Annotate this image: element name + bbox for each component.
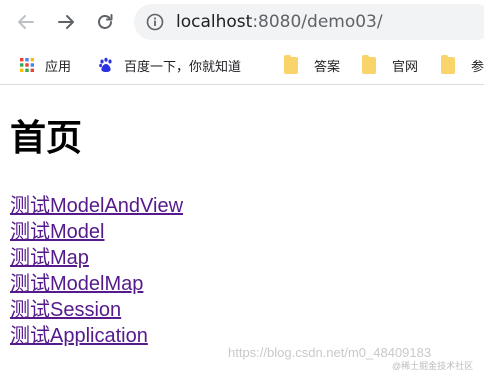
watermark-text: https://blog.csdn.net/m0_48409183 (228, 345, 432, 360)
list-item: 测试Model (10, 219, 183, 245)
list-item: 测试ModelMap (10, 271, 183, 297)
apps-grid-icon (20, 58, 34, 72)
bookmark-folder-official[interactable]: 官网 (362, 54, 418, 76)
link-model-and-view[interactable]: 测试ModelAndView (10, 195, 183, 217)
bookmarks-bar: 应用 百度一下，你就知道 答案 官网 参 (0, 46, 484, 85)
back-button[interactable] (11, 7, 41, 37)
forward-button[interactable] (51, 7, 81, 37)
url-text[interactable]: localhost:8080/demo03/ (176, 12, 383, 32)
address-bar[interactable]: localhost:8080/demo03/ (134, 4, 484, 40)
bookmark-apps[interactable]: 应用 (19, 54, 71, 76)
list-item: 测试Application (10, 323, 183, 349)
link-application[interactable]: 测试Application (10, 325, 148, 347)
arrow-left-icon (18, 15, 34, 29)
watermark-secondary: @稀土掘金技术社区 (392, 361, 474, 371)
info-icon[interactable] (146, 13, 164, 31)
bookmark-label: 参 (471, 59, 484, 75)
folder-icon (441, 54, 455, 74)
baidu-paw-icon (99, 57, 112, 72)
bookmark-baidu[interactable]: 百度一下，你就知道 (98, 54, 241, 76)
bookmark-label: 答案 (314, 59, 341, 75)
bookmark-label: 应用 (45, 59, 72, 75)
browser-toolbar: localhost:8080/demo03/ (0, 0, 484, 46)
bookmark-folder-more[interactable]: 参 (441, 54, 484, 76)
arrow-right-icon (58, 15, 74, 29)
link-model[interactable]: 测试Model (10, 221, 104, 243)
bookmark-folder-answers[interactable]: 答案 (284, 54, 340, 76)
list-item: 测试ModelAndView (10, 193, 183, 219)
reload-icon (98, 14, 113, 29)
link-model-map[interactable]: 测试ModelMap (10, 273, 143, 295)
link-map[interactable]: 测试Map (10, 247, 89, 269)
list-item: 测试Session (10, 297, 183, 323)
folder-icon (284, 54, 298, 74)
list-item: 测试Map (10, 245, 183, 271)
page-content: 首页 测试ModelAndView 测试Model 测试Map 测试ModelM… (0, 85, 484, 374)
reload-button[interactable] (90, 7, 120, 37)
folder-icon (362, 54, 376, 74)
link-session[interactable]: 测试Session (10, 299, 121, 321)
page-title: 首页 (10, 118, 83, 159)
link-list: 测试ModelAndView 测试Model 测试Map 测试ModelMap … (10, 193, 183, 349)
bookmark-label: 官网 (392, 59, 419, 75)
bookmark-label: 百度一下，你就知道 (124, 59, 242, 75)
url-host: localhost (176, 12, 253, 32)
url-path: :8080/demo03/ (252, 12, 383, 32)
